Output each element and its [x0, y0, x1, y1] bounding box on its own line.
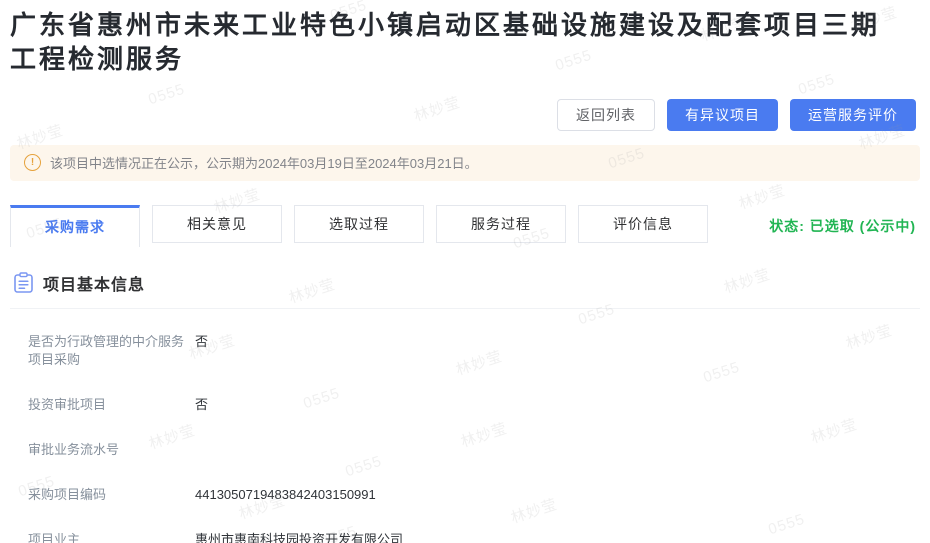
- field-value: 惠州市惠南科技园投资开发有限公司: [195, 531, 403, 543]
- field-row-procurement-project-code: 采购项目编码 4413050719483842403150991: [28, 486, 930, 505]
- basic-info-fields: 是否为行政管理的中介服务项目采购 否 投资审批项目 否 审批业务流水号 采购项目…: [28, 333, 930, 543]
- watermark-text: 0555: [576, 301, 617, 329]
- field-label: 投资审批项目: [28, 396, 195, 415]
- field-value: 否: [195, 396, 208, 415]
- tab-bar: 采购需求 相关意见 选取过程 服务过程 评价信息 状态: 已选取 (公示中): [10, 205, 916, 247]
- field-row-project-owner: 项目业主 惠州市惠南科技园投资开发有限公司: [28, 531, 930, 543]
- field-row-investment-approval: 投资审批项目 否: [28, 396, 930, 415]
- tab-procurement-demand[interactable]: 采购需求: [10, 205, 140, 247]
- page-title: 广东省惠州市未来工业特色小镇启动区基础设施建设及配套项目三期工程检测服务: [10, 8, 890, 77]
- field-value: 否: [195, 333, 208, 371]
- project-detail-page: 广东省惠州市未来工业特色小镇启动区基础设施建设及配套项目三期工程检测服务 返回列…: [0, 0, 930, 543]
- field-value: 4413050719483842403150991: [195, 486, 376, 505]
- field-row-intermediary-procurement: 是否为行政管理的中介服务项目采购 否: [28, 333, 930, 371]
- dispute-project-button[interactable]: 有异议项目: [667, 99, 778, 131]
- field-label: 是否为行政管理的中介服务项目采购: [28, 333, 195, 371]
- clipboard-icon: [14, 272, 33, 293]
- warning-circle-icon: !: [24, 154, 41, 171]
- tab-service-process[interactable]: 服务过程: [436, 205, 566, 243]
- action-bar: 返回列表 有异议项目 运营服务评价: [0, 99, 916, 131]
- field-label: 审批业务流水号: [28, 441, 195, 460]
- tab-selection-process[interactable]: 选取过程: [294, 205, 424, 243]
- field-label: 项目业主: [28, 531, 195, 543]
- tab-evaluation-info[interactable]: 评价信息: [578, 205, 708, 243]
- section-divider: [10, 308, 920, 309]
- status-value: 已选取 (公示中): [810, 218, 916, 234]
- status-label: 状态:: [769, 218, 805, 234]
- project-status-badge: 状态: 已选取 (公示中): [769, 216, 916, 236]
- section-header-basic-info: 项目基本信息: [14, 271, 930, 295]
- section-title: 项目基本信息: [43, 271, 145, 295]
- tab-related-opinions[interactable]: 相关意见: [152, 205, 282, 243]
- alert-text: 该项目中选情况正在公示，公示期为2024年03月19日至2024年03月21日。: [50, 153, 478, 172]
- field-row-approval-serial-number: 审批业务流水号: [28, 441, 930, 460]
- back-to-list-button[interactable]: 返回列表: [557, 99, 655, 131]
- field-label: 采购项目编码: [28, 486, 195, 505]
- publicity-alert: ! 该项目中选情况正在公示，公示期为2024年03月19日至2024年03月21…: [10, 145, 920, 181]
- service-evaluation-button[interactable]: 运营服务评价: [790, 99, 916, 131]
